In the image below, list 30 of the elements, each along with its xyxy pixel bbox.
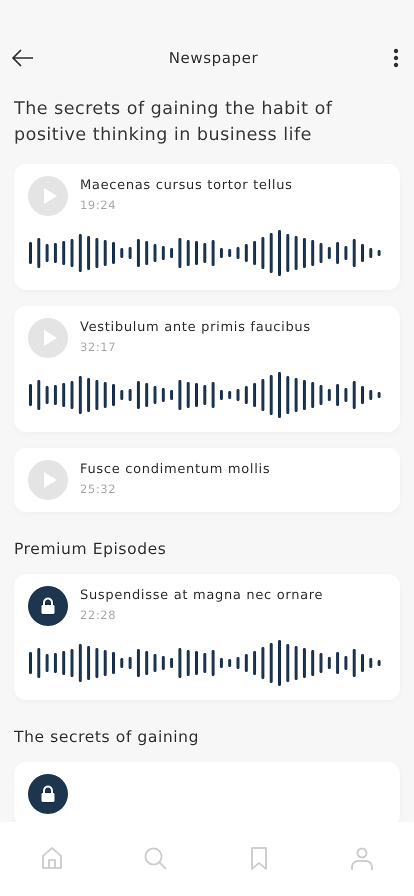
- search-icon[interactable]: [143, 846, 168, 871]
- home-icon[interactable]: [40, 846, 64, 871]
- episode-card[interactable]: Vestibulum ante primis faucibus 32:17: [14, 306, 400, 432]
- play-icon: [42, 187, 58, 205]
- lock-icon: [28, 586, 68, 626]
- episode-title: Maecenas cursus tortor tellus: [80, 178, 293, 193]
- back-arrow-icon[interactable]: [12, 49, 34, 67]
- episode-duration: 22:28: [80, 608, 118, 622]
- episode-card[interactable]: Maecenas cursus tortor tellus 19:24: [14, 164, 400, 290]
- play-icon: [42, 471, 58, 489]
- play-button[interactable]: [28, 460, 68, 500]
- episode-duration: 25:32: [80, 482, 118, 496]
- episode-duration: 19:24: [80, 198, 118, 212]
- section-heading: Premium Episodes: [14, 540, 168, 558]
- episode-card[interactable]: Suspendisse at magna nec ornare 22:28: [14, 574, 400, 700]
- episode-card[interactable]: [14, 762, 400, 822]
- episode-title: Fusce condimentum mollis: [80, 462, 270, 477]
- play-button[interactable]: [28, 176, 68, 216]
- episode-card[interactable]: Fusce condimentum mollis 25:32: [14, 448, 400, 512]
- article-headline: The secrets of gaining the habit of positive thinking in business life: [14, 98, 334, 147]
- play-button[interactable]: [28, 318, 68, 358]
- profile-icon[interactable]: [350, 846, 374, 871]
- screen-title: Newspaper: [168, 49, 258, 67]
- section-heading: The secrets of gaining: [14, 728, 200, 746]
- episode-duration: 32:17: [80, 340, 118, 354]
- lock-icon: [28, 774, 68, 814]
- episode-title: Suspendisse at magna nec ornare: [80, 588, 324, 603]
- episode-title: Vestibulum ante primis faucibus: [80, 320, 311, 335]
- play-icon: [42, 329, 58, 347]
- more-options-icon[interactable]: [392, 48, 399, 68]
